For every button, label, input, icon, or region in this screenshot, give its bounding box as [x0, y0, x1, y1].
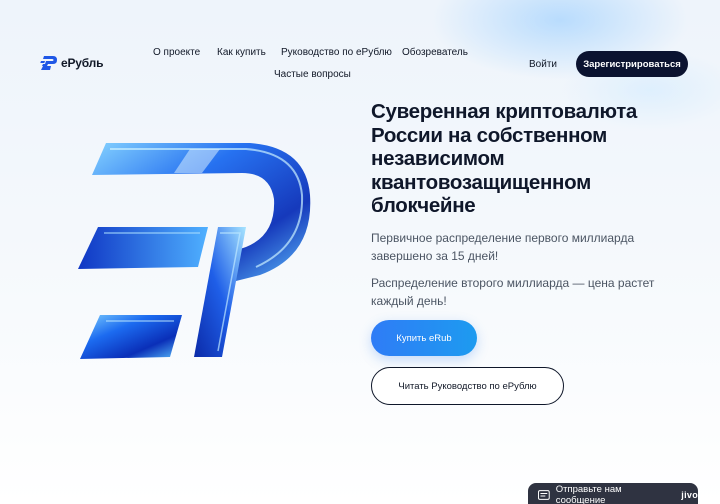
nav-item-explorer[interactable]: Обозреватель [402, 47, 468, 58]
message-icon [538, 490, 550, 500]
hero-paragraph-second-billion: Распределение второго миллиарда — цена р… [371, 276, 655, 308]
nav-item-faq[interactable]: Частые вопросы [274, 69, 351, 80]
chat-widget[interactable]: Отправьте нам сообщение jivo [528, 483, 698, 504]
nav-item-about[interactable]: О проекте [153, 47, 200, 58]
login-link[interactable]: Войти [529, 59, 557, 70]
chat-widget-label: Отправьте нам сообщение [555, 484, 622, 504]
nav-item-how-to-buy[interactable]: Как купить [217, 47, 266, 58]
brand-logo[interactable]: еРубль [40, 55, 103, 71]
brand-name: еРубль [61, 56, 104, 70]
register-button[interactable]: Зарегистрироваться [576, 51, 688, 77]
erub-logo-icon [40, 56, 57, 70]
jivo-logo: jivo [681, 490, 698, 500]
erub-symbol-illustration [78, 143, 311, 359]
read-guide-button[interactable]: Читать Руководство по еРублю [371, 367, 564, 405]
buy-erub-button[interactable]: Купить eRub [371, 320, 477, 356]
hero-headline: Суверенная криптовалюта России на собств… [371, 100, 638, 217]
nav-item-guide[interactable]: Руководство по еРублю [281, 47, 392, 58]
hero-paragraph-first-billion: Первичное распределение первого миллиард… [371, 231, 635, 263]
